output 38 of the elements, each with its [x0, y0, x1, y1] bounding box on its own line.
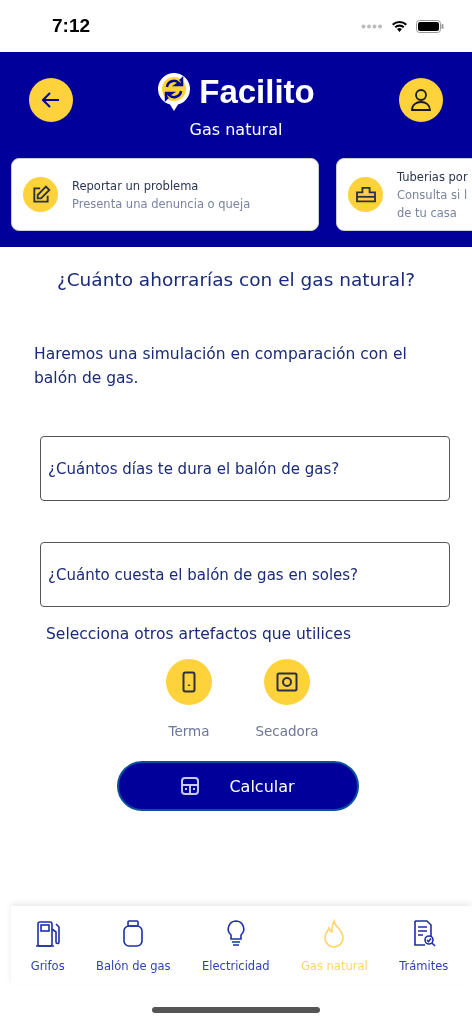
calculate-button[interactable]: Calcular	[117, 761, 359, 811]
card-description: de tu casa	[397, 205, 458, 220]
appliance-label: Terma	[168, 723, 210, 739]
tab-item[interactable]: Electricidad	[202, 918, 270, 973]
appliances-label: Selecciona otros artefactos que utilices	[46, 625, 352, 643]
battery-icon	[416, 19, 444, 33]
intro-text: Haremos una simulación en comparación con el balón de gas.	[34, 344, 408, 389]
user-icon	[410, 88, 432, 112]
card-title: Reportar un problema	[72, 178, 200, 193]
question-title: ¿Cuánto ahorrarías con el gas natural?	[55, 269, 417, 290]
card-description: Presenta una denuncia o queja	[72, 196, 251, 211]
input-field[interactable]: ¿Cuántos días te dura el balón de gas?	[40, 436, 450, 501]
appliance-label: Secadora	[255, 723, 319, 739]
appliance-button[interactable]	[264, 659, 310, 705]
status-time: 7:12	[52, 15, 91, 37]
pipe-icon	[354, 185, 377, 204]
input-field[interactable]: ¿Cuánto cuesta el balón de gas en soles?	[40, 542, 450, 607]
card-title: Tuberias por	[397, 169, 468, 184]
shortcut-card[interactable]: Tuberias por Consulta si l de tu casa	[336, 158, 472, 231]
heater-icon	[182, 671, 196, 693]
tab-item[interactable]: Grifos	[30, 918, 65, 973]
card-description: Consulta si l	[397, 187, 468, 202]
app-name: Facilito	[199, 73, 315, 111]
calculator-icon	[181, 777, 200, 795]
page-subtitle: Gas natural	[189, 120, 283, 139]
appliance-button[interactable]	[166, 659, 212, 705]
back-arrow-icon	[42, 92, 60, 108]
shortcut-card[interactable]: Reportar un problema Presenta una denuncia o queja	[11, 158, 319, 231]
wifi-icon	[391, 19, 408, 33]
logo-icon	[157, 72, 192, 112]
dryer-icon	[276, 672, 298, 692]
edit-icon	[30, 184, 51, 205]
signal-icon	[361, 23, 383, 29]
back-button[interactable]	[29, 78, 73, 122]
tab-item[interactable]: Balón de gas	[96, 918, 171, 973]
tab-item[interactable]: Trámites	[399, 918, 449, 973]
profile-button[interactable]	[399, 78, 443, 122]
fuel-pump-icon	[33, 918, 62, 949]
